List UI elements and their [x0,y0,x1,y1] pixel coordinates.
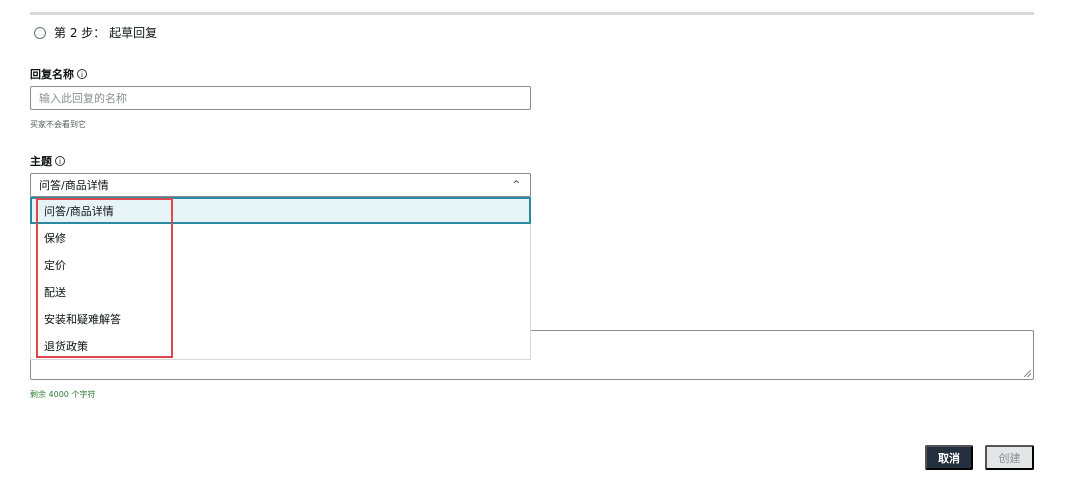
subject-label: 主题 [30,155,52,168]
subject-option-warranty[interactable]: 保修 [31,224,530,251]
option-label: 保修 [44,231,66,245]
resize-grip-icon[interactable] [1024,370,1031,377]
chevron-up-icon: ^ [512,180,520,190]
subject-option-qa-product-details[interactable]: 问答/商品详情 [30,197,531,224]
remaining-characters-count: 剩余 4000 个字符 [30,390,96,399]
step-label: 第 2 步： 起草回复 [54,26,158,40]
option-label: 安装和疑难解答 [44,312,121,326]
info-icon[interactable]: i [55,156,65,166]
subject-option-shipping[interactable]: 配送 [31,278,530,305]
create-button[interactable]: 创建 [985,445,1034,470]
option-label: 退货政策 [44,339,88,353]
subject-option-installation-troubleshooting[interactable]: 安装和疑难解答 [31,305,530,332]
option-label: 定价 [44,258,66,272]
subject-option-pricing[interactable]: 定价 [31,251,530,278]
reply-name-input[interactable] [30,86,531,110]
subject-selected-value: 问答/商品详情 [39,179,109,192]
option-label: 配送 [44,285,66,299]
subject-label-row: 主题 i [30,153,65,169]
info-icon[interactable]: i [77,69,87,79]
reply-name-label-row: 回复名称 i [30,66,87,82]
reply-name-label: 回复名称 [30,68,74,81]
subject-dropdown-menu: 问答/商品详情 保修 定价 配送 安装和疑难解答 退货政策 [30,197,531,360]
subject-select[interactable]: 问答/商品详情 ^ [30,173,531,197]
progress-divider [30,12,1034,15]
cancel-button[interactable]: 取消 [925,445,973,470]
reply-template-form: 第 2 步： 起草回复 回复名称 i 买家不会看到它 主题 i 问答/商品详情 … [0,0,1080,483]
radio-circle-icon [34,26,46,39]
subject-option-return-policy[interactable]: 退货政策 [31,332,530,359]
reply-name-hint: 买家不会看到它 [30,120,86,129]
step-indicator: 第 2 步： 起草回复 [34,24,157,41]
option-label: 问答/商品详情 [44,204,114,218]
